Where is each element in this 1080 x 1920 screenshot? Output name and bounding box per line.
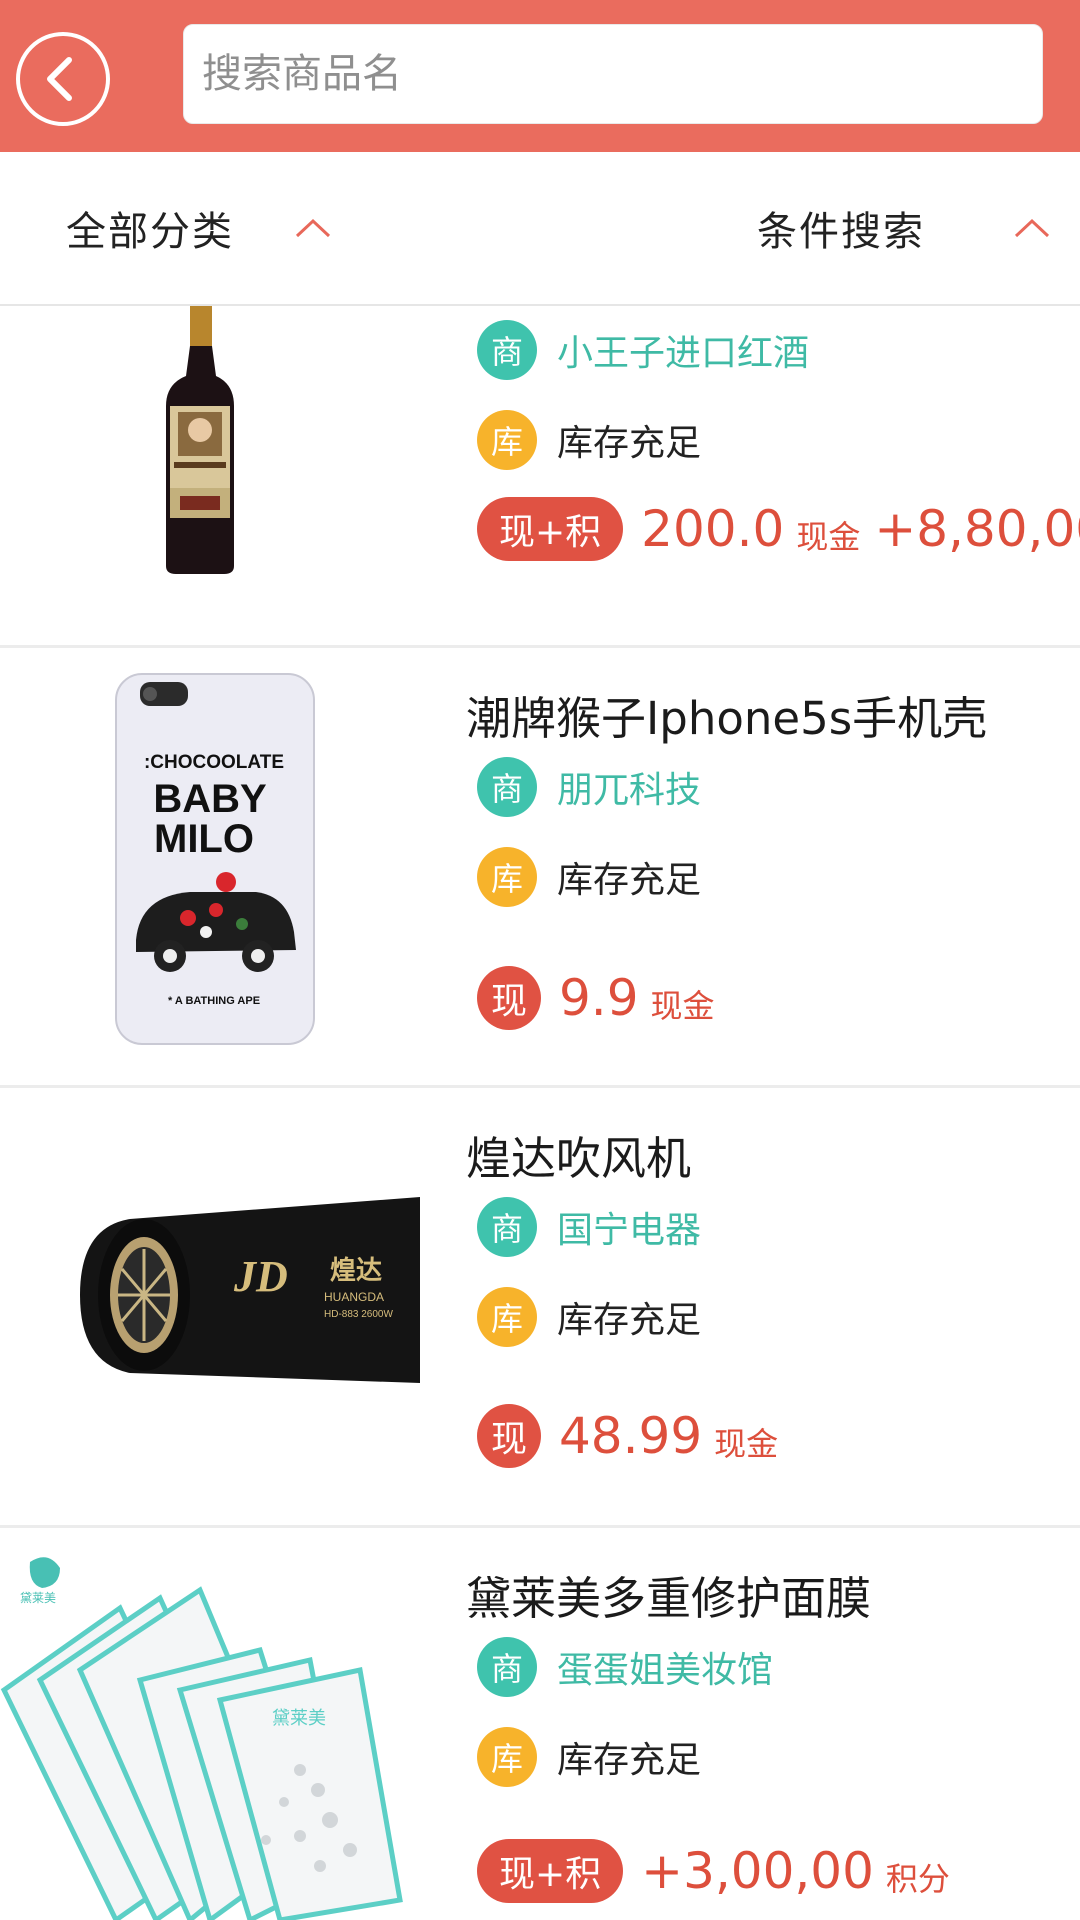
price-amount: 9.9 [559,969,639,1027]
dryer-brand-en: HUANGDA [324,1290,384,1304]
product-title[interactable]: 黛莱美多重修护面膜 [466,1562,871,1627]
wine-bottle-image [150,306,250,576]
shop-name[interactable]: 小王子进口红酒 [557,324,809,376]
hair-dryer-image: 煌达 JD HUANGDA HD-883 2600W [40,1183,420,1423]
price-row: 现+积 200.0 现金 +8,80,00 [477,494,1080,564]
condition-filter[interactable]: 条件搜索 [757,152,1051,304]
price-unit: 积分 [885,1860,950,1898]
shop-badge: 商 [477,757,537,817]
stock-status: 库存充足 [557,1740,702,1781]
mask-package-brand: 黛莱美 [272,1708,326,1729]
shop-badge: 商 [477,1197,537,1257]
price-row: 现+积 +3,00,00 积分 [477,1836,950,1906]
product-item-phone-case[interactable]: :CHOCOOLATE BABY MILO * A BATHING APE 潮牌… [0,648,1080,1088]
product-item-wine[interactable]: 商 小王子进口红酒 库 库存充足 现+积 200.0 现金 +8,80,00 [0,306,1080,648]
price-type-badge: 现+积 [477,1839,624,1903]
shop-name[interactable]: 朋兀科技 [557,761,701,813]
back-button[interactable] [16,32,110,126]
price-unit: 现金 [796,518,861,556]
category-filter[interactable]: 全部分类 [66,152,332,304]
product-title[interactable]: 煌达吹风机 [466,1122,691,1187]
case-text-ape: * A BATHING APE [168,995,260,1007]
top-bar [0,0,1080,152]
stock-badge: 库 [477,410,537,470]
product-item-face-mask[interactable]: 黛莱美 黛莱美 黛莱美多重修护面膜 商 蛋蛋姐美妆馆 库 库存充足 现+积 +3… [0,1528,1080,1920]
case-text-chocoolate: :CHOCOOLATE [144,752,284,773]
stock-badge: 库 [477,1727,537,1787]
price-row: 现 9.9 现金 [477,963,715,1033]
chevron-up-icon [1014,218,1050,238]
shop-name[interactable]: 蛋蛋姐美妆馆 [557,1641,773,1693]
face-mask-image: 黛莱美 黛莱美 [0,1540,410,1920]
stock-row: 库 库存充足 [477,846,701,908]
case-text-baby: BABY [153,777,267,821]
product-item-hair-dryer[interactable]: 煌达 JD HUANGDA HD-883 2600W 煌达吹风机 商 国宁电器 … [0,1088,1080,1528]
stock-status: 库存充足 [557,423,702,464]
stock-row: 库 库存充足 [477,1286,701,1348]
phone-case-image: :CHOCOOLATE BABY MILO * A BATHING APE [110,670,320,1050]
points-amount: +8,80,00 [874,500,1080,558]
shop-badge: 商 [477,320,537,380]
dryer-brand-cn: 煌达 [330,1256,382,1286]
shop-name[interactable]: 国宁电器 [557,1201,701,1253]
stock-row: 库 库存充足 [477,409,701,471]
shop-row: 商 朋兀科技 [477,756,701,818]
price-unit: 现金 [650,987,715,1025]
case-text-milo: MILO [154,817,254,861]
price-type-badge: 现+积 [477,497,624,561]
product-list: 商 小王子进口红酒 库 库存充足 现+积 200.0 现金 +8,80,00 :… [0,306,1080,1920]
search-box[interactable] [183,24,1043,124]
stock-badge: 库 [477,847,537,907]
shop-row: 商 蛋蛋姐美妆馆 [477,1636,773,1698]
product-title[interactable]: 潮牌猴子Iphone5s手机壳 [466,682,987,747]
stock-status: 库存充足 [557,860,702,901]
dryer-model: HD-883 2600W [324,1309,393,1320]
svg-text:JD: JD [233,1252,288,1301]
stock-row: 库 库存充足 [477,1726,701,1788]
price-type-badge: 现 [477,966,541,1030]
mask-brand-logo: 黛莱美 [20,1591,56,1605]
stock-status: 库存充足 [557,1300,702,1341]
price-amount: 200.0 [641,500,785,558]
price-amount: 48.99 [559,1407,703,1465]
price-type-badge: 现 [477,1404,541,1468]
chevron-left-icon [47,57,72,101]
price-row: 现 48.99 现金 [477,1401,778,1471]
points-amount: +3,00,00 [641,1842,874,1900]
filter-bar: 全部分类 条件搜索 [0,152,1080,306]
condition-filter-label: 条件搜索 [757,209,925,255]
category-filter-label: 全部分类 [66,209,234,255]
search-input[interactable] [200,50,1042,98]
shop-badge: 商 [477,1637,537,1697]
shop-row: 商 小王子进口红酒 [477,319,809,381]
stock-badge: 库 [477,1287,537,1347]
shop-row: 商 国宁电器 [477,1196,701,1258]
chevron-up-icon [295,218,331,238]
price-unit: 现金 [714,1425,779,1463]
